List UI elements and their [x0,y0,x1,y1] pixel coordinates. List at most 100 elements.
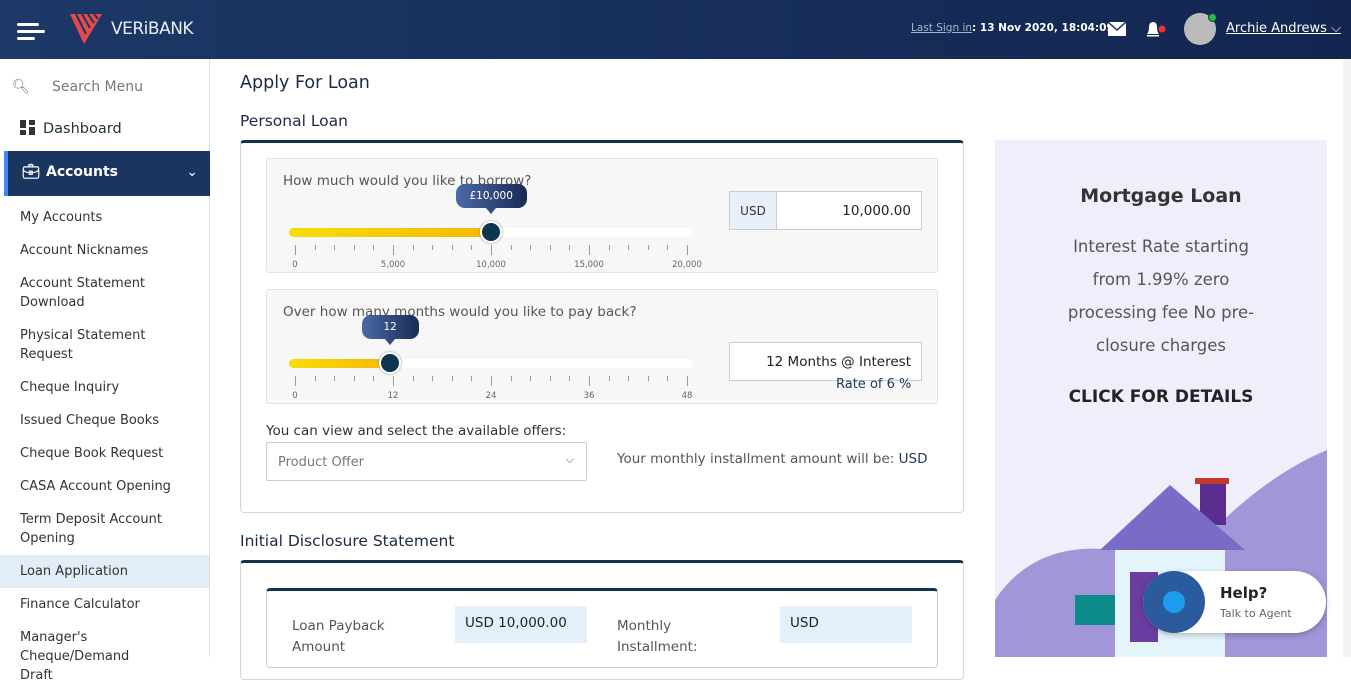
top-header: VERiBANK Last Sign in: 13 Nov 2020, 18:0… [0,0,1351,59]
sidebar-item-dashboard[interactable]: Dashboard [20,120,122,137]
ad-cta[interactable]: CLICK FOR DETAILS [995,387,1327,407]
sidebar-item-my-accounts[interactable]: My Accounts [0,208,209,227]
sidebar-item-casa-account-opening[interactable]: CASA Account Opening [0,477,209,496]
slider-tick [373,376,375,381]
avatar[interactable] [1184,13,1217,45]
slider-tick-label: 5,000 [380,260,406,270]
help-chat-button[interactable]: Help? Talk to Agent [1143,571,1326,633]
section-title: Personal Loan [240,112,348,130]
briefcase-icon: 💼︎ [22,164,40,180]
slider-tick [628,245,630,250]
slider-tick [628,376,630,381]
page-scrollbar[interactable] [1343,59,1351,657]
slider-tick [412,245,414,250]
last-sign-in-link[interactable]: Last Sign in [911,22,972,34]
slider-tick-label: 15,000 [574,260,604,270]
slider-tick [491,376,492,386]
mail-icon[interactable] [1108,22,1126,36]
chevron-down-icon: ⌵ [565,453,574,466]
months-slider-handle[interactable] [379,352,401,374]
accounts-label: Accounts [46,164,119,180]
sidebar-item-finance-calculator[interactable]: Finance Calculator [0,595,209,614]
monthly-value: USD [780,606,912,643]
slider-tick [314,245,316,250]
chevron-down-icon: ⌵ [1331,21,1341,36]
dashboard-label: Dashboard [43,121,122,137]
product-offer-select[interactable]: Product Offer ⌵ [266,442,587,481]
months-input[interactable]: 12 Months @ Interest [729,342,922,381]
sidebar-item-accounts[interactable]: 💼︎ Accounts ⌄ [4,151,210,196]
slider-tick [412,376,414,381]
slider-tick [608,376,610,381]
offers-label: You can view and select the available of… [266,423,567,439]
installment-currency: USD [898,451,928,467]
sidebar-item-account-nicknames[interactable]: Account Nicknames [0,241,209,260]
slider-tick-label: 10,000 [476,260,506,270]
search-input[interactable]: Search Menu [52,79,143,95]
chat-icon [1143,571,1205,633]
slider-tick-label: 12 [387,391,399,401]
slider-tick [608,245,610,250]
search-menu[interactable]: 🔍︎ Search Menu [12,79,143,95]
sidebar-item-physical-statement-request[interactable]: Physical Statement Request [0,326,209,364]
slider-tick [549,245,551,250]
months-ticks: 0 12 24 36 48 [289,376,693,406]
borrow-tooltip: £10,000 [455,184,527,214]
veribank-logo [70,14,102,44]
product-offer-value: Product Offer [278,455,365,470]
chevron-down-icon: ⌄ [186,164,198,180]
sidebar-item-cheque-book-request[interactable]: Cheque Book Request [0,444,209,463]
page-title: Apply For Loan [240,73,370,93]
ad-title: Mortgage Loan [1080,185,1242,207]
ad-description: Interest Rate starting from 1.99% zero p… [1067,237,1255,355]
borrow-slider-fill [289,228,491,237]
slider-tick [451,245,453,250]
user-name: Archie Andrews [1226,21,1327,36]
disclosure-title: Initial Disclosure Statement [240,532,455,550]
slider-tick [569,376,571,381]
slider-tick [647,245,649,250]
sidebar-item-account-statement-download[interactable]: Account Statement Download [0,274,209,312]
slider-tick [667,245,669,250]
payback-label: Loan Payback Amount [292,618,385,655]
last-sign-in-value: : 13 Nov 2020, 18:04:09 [972,22,1114,34]
slider-tick [667,376,669,381]
months-slider[interactable]: 12 [289,315,693,374]
bell-icon[interactable] [1144,20,1166,38]
slider-tick [510,376,512,381]
borrow-ticks: 0 5,000 10,000 15,000 20,000 [289,245,702,275]
slider-tick [647,376,649,381]
slider-tick-label: 24 [485,391,497,401]
slider-tick [687,376,688,386]
amount-input[interactable]: 10,000.00 [776,191,922,230]
slider-tick [353,376,355,381]
slider-tick [510,245,512,250]
sidebar-item-issued-cheque-books[interactable]: Issued Cheque Books [0,411,209,430]
slider-tick [471,376,473,381]
slider-tick [295,245,296,255]
slider-tick [393,376,394,386]
menu-icon[interactable] [17,23,45,41]
slider-tick [334,376,336,381]
slider-tick [549,376,551,381]
sidebar-item-term-deposit[interactable]: Term Deposit Account Opening [0,510,209,548]
user-menu[interactable]: Archie Andrews ⌵ [1226,21,1341,36]
slider-tick [491,245,492,255]
borrow-slider-handle[interactable] [480,221,502,243]
months-question: Over how many months would you like to p… [283,304,637,320]
slider-tick [589,376,590,386]
slider-tick [569,245,571,250]
sidebar-item-loan-application[interactable]: Loan Application [0,555,209,588]
brand-name: VERiBANK [111,19,194,39]
slider-tick-label: 0 [292,260,298,270]
slider-tick [334,245,336,250]
sidebar-item-cheque-inquiry[interactable]: Cheque Inquiry [0,378,209,397]
help-title: Help? [1220,584,1268,602]
slider-tick [373,245,375,250]
slider-tick [353,245,355,250]
slider-tick-label: 20,000 [672,260,702,270]
slider-tick-label: 48 [681,391,693,401]
slider-tick-label: 0 [292,391,298,401]
online-status-icon [1208,13,1217,22]
borrow-slider[interactable]: £10,000 [289,184,693,243]
